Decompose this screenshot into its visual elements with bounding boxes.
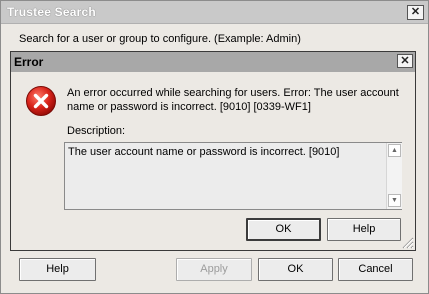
- instruction-text: Search for a user or group to configure.…: [19, 33, 301, 45]
- error-title-bar: Error ✕: [11, 52, 415, 72]
- error-icon: [26, 86, 56, 116]
- cancel-button[interactable]: Cancel: [338, 258, 413, 281]
- window-title: Trustee Search: [7, 5, 96, 19]
- apply-button[interactable]: Apply: [176, 258, 252, 281]
- ok-button[interactable]: OK: [258, 258, 333, 281]
- error-dialog: Error ✕ An error occurred while searchin…: [10, 51, 416, 251]
- error-title: Error: [14, 55, 44, 69]
- error-message: An error occurred while searching for us…: [67, 87, 399, 113]
- description-label: Description:: [67, 125, 126, 137]
- scroll-down-icon[interactable]: ▼: [388, 194, 401, 207]
- error-close-button[interactable]: ✕: [397, 54, 413, 68]
- close-button[interactable]: ✕: [407, 5, 424, 20]
- help-button[interactable]: Help: [19, 258, 96, 281]
- error-ok-button[interactable]: OK: [246, 218, 321, 241]
- title-bar: Trustee Search ✕: [1, 1, 428, 24]
- vertical-scrollbar[interactable]: ▲ ▼: [386, 143, 402, 209]
- error-help-button[interactable]: Help: [327, 218, 401, 241]
- resize-grip-icon[interactable]: [400, 235, 414, 249]
- description-text: The user account name or password is inc…: [68, 146, 340, 158]
- description-textbox[interactable]: The user account name or password is inc…: [64, 142, 402, 210]
- scroll-up-icon[interactable]: ▲: [388, 144, 401, 157]
